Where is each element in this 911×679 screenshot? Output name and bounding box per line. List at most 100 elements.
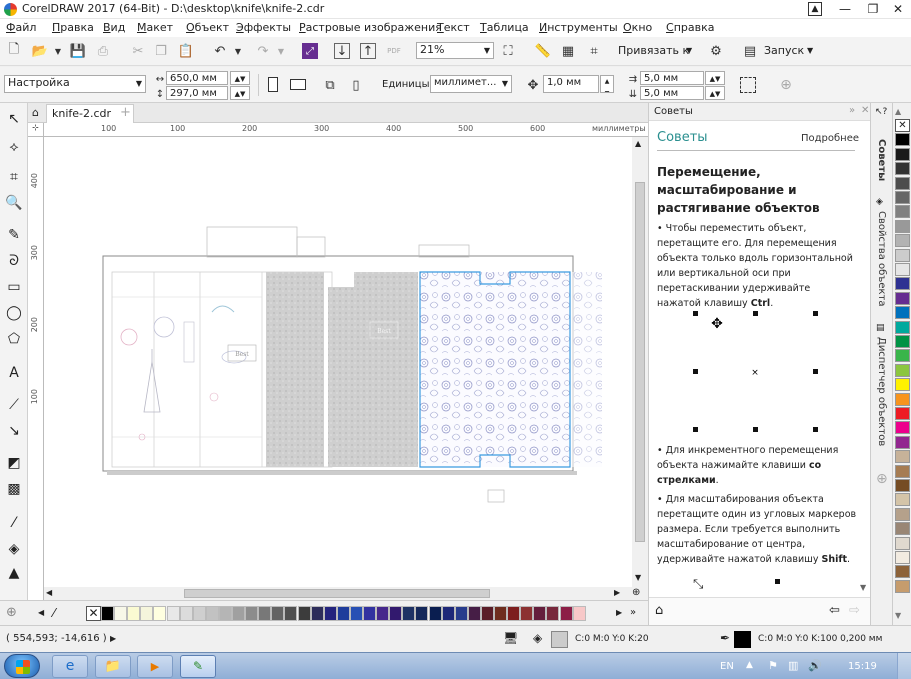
page-width-spinner[interactable]: ▲▼ bbox=[230, 71, 250, 85]
tab-hints[interactable]: Советы bbox=[876, 139, 887, 181]
palette-swatch[interactable] bbox=[205, 606, 219, 621]
palette-swatch[interactable] bbox=[336, 606, 350, 621]
connector-tool-icon[interactable]: ↘ bbox=[4, 421, 24, 441]
palette-swatch[interactable] bbox=[153, 606, 167, 621]
palette-swatch[interactable] bbox=[895, 291, 910, 305]
paste-icon[interactable]: 📋 bbox=[178, 43, 194, 59]
palette-left-arrow-icon[interactable]: ◀ bbox=[38, 608, 44, 617]
menu-layout[interactable]: Макет bbox=[137, 21, 173, 34]
media-player-taskbar-icon[interactable]: ▶ bbox=[137, 655, 173, 678]
palette-swatch[interactable] bbox=[895, 392, 910, 406]
close-button[interactable]: ✕ bbox=[883, 0, 911, 19]
palette-swatch[interactable] bbox=[895, 219, 910, 233]
palette-swatch[interactable] bbox=[895, 162, 910, 176]
chevron-right-icon[interactable]: ▶ bbox=[110, 634, 116, 643]
no-color-swatch[interactable]: ✕ bbox=[86, 606, 101, 621]
duplicate-x-input[interactable]: 5,0 мм bbox=[640, 71, 704, 85]
scroll-left-arrow-icon[interactable]: ◀ bbox=[46, 588, 52, 597]
polygon-tool-icon[interactable]: ⬠ bbox=[4, 329, 24, 349]
network-icon[interactable]: ▥ bbox=[788, 659, 798, 672]
forward-arrow-icon[interactable]: ⇨ bbox=[849, 603, 860, 618]
menu-effects[interactable]: Эффекты bbox=[236, 21, 291, 34]
drop-shadow-icon[interactable]: ◩ bbox=[4, 453, 24, 473]
palette-swatch[interactable] bbox=[192, 606, 206, 621]
undo-icon[interactable]: ↶ bbox=[212, 43, 228, 59]
vertical-scroll-thumb[interactable] bbox=[635, 182, 645, 542]
menu-table[interactable]: Таблица bbox=[480, 21, 529, 34]
palette-swatch[interactable] bbox=[232, 606, 245, 621]
palette-swatch[interactable] bbox=[895, 306, 910, 320]
zoom-level-select[interactable]: 21% ▼ bbox=[416, 42, 494, 59]
palette-swatch[interactable] bbox=[101, 606, 114, 621]
full-screen-preview-icon[interactable]: ⛶ bbox=[500, 43, 516, 59]
eyedropper-icon[interactable]: ⁄ bbox=[53, 606, 55, 620]
home-icon[interactable]: ⌂ bbox=[32, 106, 39, 119]
palette-swatch[interactable] bbox=[376, 606, 390, 621]
language-indicator[interactable]: EN bbox=[720, 661, 734, 672]
palette-swatch[interactable] bbox=[402, 606, 416, 621]
units-select[interactable]: миллимет... ▼ bbox=[430, 75, 512, 93]
palette-swatch[interactable] bbox=[245, 606, 259, 621]
menu-text[interactable]: Текст bbox=[437, 21, 470, 34]
artistic-media-icon[interactable]: ᘐ bbox=[4, 251, 24, 271]
outline-color-swatch[interactable] bbox=[734, 631, 751, 648]
menu-tools[interactable]: Инструменты bbox=[539, 21, 618, 34]
palette-swatch[interactable] bbox=[218, 606, 232, 621]
palette-swatch[interactable] bbox=[140, 606, 154, 621]
palette-options-icon[interactable]: » bbox=[630, 607, 636, 618]
zoom-tool-icon[interactable]: 🔍 bbox=[4, 193, 24, 213]
menu-edit[interactable]: Правка bbox=[52, 21, 94, 34]
menu-file[interactable]: Файл bbox=[6, 21, 36, 34]
launch-icon[interactable]: ▤ bbox=[742, 43, 758, 59]
start-button[interactable] bbox=[4, 654, 40, 678]
rectangle-tool-icon[interactable]: ▭ bbox=[4, 277, 24, 297]
palette-swatch[interactable] bbox=[895, 335, 910, 348]
parallel-dimension-icon[interactable]: ⟋ bbox=[4, 395, 24, 415]
duplicate-x-spinner[interactable]: ▲▼ bbox=[705, 71, 725, 85]
palette-swatch[interactable] bbox=[127, 606, 141, 621]
open-folder-icon[interactable]: 📂 bbox=[32, 43, 48, 59]
duplicate-y-input[interactable]: 5,0 мм bbox=[640, 86, 704, 100]
show-rulers-icon[interactable]: 📏 bbox=[535, 43, 551, 59]
freehand-tool-icon[interactable]: ✎ bbox=[4, 225, 24, 245]
no-color-swatch[interactable]: ✕ bbox=[895, 119, 910, 132]
palette-up-arrow-icon[interactable]: ▲ bbox=[895, 107, 901, 116]
palette-swatch[interactable] bbox=[895, 234, 910, 248]
palette-swatch[interactable] bbox=[895, 248, 910, 262]
show-guidelines-icon[interactable]: ⌗ bbox=[586, 43, 602, 59]
crop-tool-icon[interactable]: ⌗ bbox=[4, 167, 24, 187]
palette-swatch[interactable] bbox=[258, 606, 272, 621]
palette-swatch[interactable] bbox=[494, 606, 507, 621]
smart-fill-icon[interactable]: ▲ bbox=[4, 563, 24, 583]
nudge-distance-input[interactable]: 1,0 мм bbox=[543, 75, 599, 93]
scroll-up-arrow-icon[interactable]: ▲ bbox=[635, 139, 641, 148]
palette-swatch[interactable] bbox=[284, 606, 298, 621]
palette-swatch[interactable] bbox=[349, 606, 363, 621]
palette-swatch[interactable] bbox=[895, 450, 910, 464]
scroll-down-arrow-icon[interactable]: ▼ bbox=[635, 573, 641, 582]
palette-swatch[interactable] bbox=[895, 378, 910, 392]
redo-dropdown-icon[interactable]: ▼ bbox=[273, 43, 289, 59]
more-link[interactable]: Подробнее bbox=[801, 133, 859, 144]
palette-swatch[interactable] bbox=[895, 435, 910, 449]
horizontal-scrollbar[interactable]: ◀ ▶ ⊕ bbox=[44, 587, 648, 600]
page-height-spinner[interactable]: ▲▼ bbox=[230, 86, 250, 100]
ie-taskbar-icon[interactable]: e bbox=[52, 655, 88, 678]
text-tool-icon[interactable]: A bbox=[4, 363, 24, 383]
back-arrow-icon[interactable]: ⇦ bbox=[829, 603, 840, 618]
pick-tool-icon[interactable]: ↖ bbox=[4, 109, 24, 129]
all-pages-icon[interactable]: ⧉ bbox=[322, 77, 338, 93]
palette-swatch[interactable] bbox=[415, 606, 429, 621]
palette-swatch[interactable] bbox=[559, 606, 573, 621]
menu-help[interactable]: Справка bbox=[666, 21, 714, 34]
menu-bitmaps[interactable]: Растровые изображения bbox=[299, 21, 442, 34]
palette-swatch[interactable] bbox=[895, 565, 910, 579]
nudge-spinner[interactable]: ▲▼ bbox=[600, 75, 614, 93]
palette-swatch[interactable] bbox=[114, 606, 128, 621]
add-preset-icon[interactable]: ⊕ bbox=[778, 77, 794, 93]
save-icon[interactable]: 💾 bbox=[70, 43, 86, 59]
palette-swatch[interactable] bbox=[895, 277, 910, 291]
tray-expand-icon[interactable]: ▲ bbox=[746, 660, 753, 670]
launch-dropdown[interactable]: Запуск bbox=[764, 44, 804, 57]
scroll-right-arrow-icon[interactable]: ▶ bbox=[614, 588, 620, 597]
